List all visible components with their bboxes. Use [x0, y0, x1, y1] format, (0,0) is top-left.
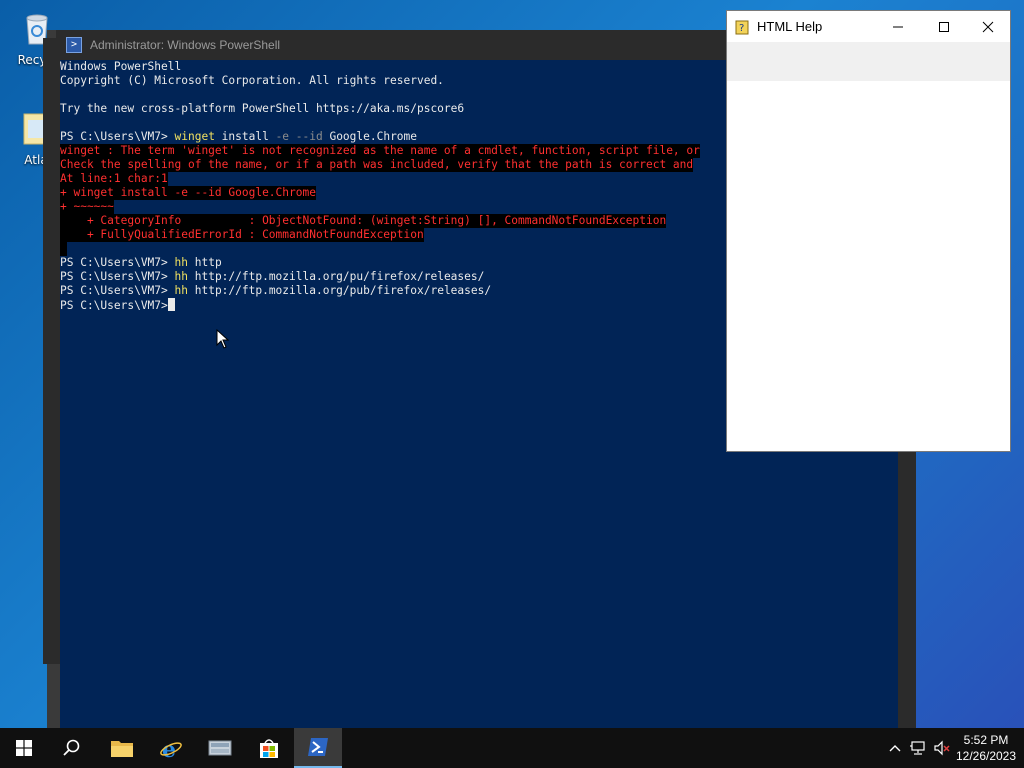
close-button[interactable] — [965, 11, 1011, 42]
powershell-title: Administrator: Windows PowerShell — [90, 38, 281, 52]
minimize-icon — [893, 26, 903, 27]
taskbar-clock[interactable]: 5:52 PM 12/26/2023 — [948, 728, 1024, 768]
powershell-console[interactable]: Windows PowerShell Copyright (C) Microso… — [60, 60, 730, 728]
console-error-line: + winget install -e --id Google.Chrome — [60, 186, 316, 200]
console-command-line: PS C:\Users\VM7> hh http://ftp.mozilla.o… — [60, 270, 485, 283]
file-explorer-button[interactable] — [98, 728, 146, 768]
minimize-button[interactable] — [875, 11, 921, 42]
html-help-window[interactable]: ? HTML Help — [726, 10, 1011, 452]
powershell-icon — [308, 738, 328, 756]
clock-time: 5:52 PM — [963, 733, 1009, 747]
store-button[interactable] — [245, 728, 293, 768]
console-line: Try the new cross-platform PowerShell ht… — [60, 102, 465, 115]
network-tray-button[interactable] — [907, 728, 931, 768]
server-manager-button[interactable] — [196, 728, 244, 768]
network-icon — [910, 741, 925, 755]
search-button[interactable] — [48, 728, 96, 768]
console-error-line: + FullyQualifiedErrorId : CommandNotFoun… — [60, 228, 424, 242]
close-icon — [982, 21, 994, 32]
console-error-line: Check the spelling of the name, or if a … — [60, 158, 694, 172]
console-command-line: PS C:\Users\VM7> hh http — [60, 256, 222, 269]
start-button[interactable] — [0, 728, 48, 768]
console-line: Copyright (C) Microsoft Corporation. All… — [60, 74, 444, 87]
console-command-line: PS C:\Users\VM7> hh http://ftp.mozilla.o… — [60, 284, 492, 297]
powershell-scrollbar[interactable] — [898, 452, 916, 728]
maximize-button[interactable] — [921, 11, 967, 42]
internet-explorer-icon: e — [160, 737, 182, 760]
console-error-line: + CategoryInfo : ObjectNotFound: (winget… — [60, 214, 667, 228]
chevron-up-icon — [889, 745, 901, 752]
text-cursor — [167, 298, 175, 311]
powershell-icon: > — [66, 37, 82, 53]
console-error-line — [60, 242, 67, 256]
html-help-title: HTML Help — [757, 19, 823, 34]
mouse-pointer-icon — [216, 329, 230, 349]
help-book-icon: ? — [735, 20, 749, 34]
internet-explorer-button[interactable]: e — [147, 728, 195, 768]
html-help-titlebar[interactable]: ? HTML Help — [727, 11, 1010, 42]
console-command-line: PS C:\Users\VM7> winget install -e --id … — [60, 130, 418, 143]
search-icon — [63, 739, 80, 756]
start-icon — [16, 740, 32, 756]
maximize-icon — [939, 21, 949, 32]
server-manager-icon — [208, 740, 232, 756]
powershell-taskbar-button[interactable] — [294, 728, 342, 768]
console-current-prompt[interactable]: PS C:\Users\VM7> — [60, 298, 175, 312]
console-error-line: winget : The term 'winget' is not recogn… — [60, 144, 700, 158]
console-error-line: + ~~~~~~ — [60, 200, 114, 214]
console-line: Windows PowerShell — [60, 60, 182, 73]
clock-date: 12/26/2023 — [955, 749, 1017, 763]
show-hidden-icons-button[interactable] — [884, 728, 906, 768]
file-explorer-icon — [111, 741, 133, 757]
console-error-line: At line:1 char:1 — [60, 172, 168, 186]
taskbar: e 5:52 PM 12/26/2023 — [0, 728, 1024, 768]
store-icon — [260, 739, 278, 758]
html-help-toolbar — [727, 42, 1010, 81]
svg-text:?: ? — [739, 23, 744, 34]
